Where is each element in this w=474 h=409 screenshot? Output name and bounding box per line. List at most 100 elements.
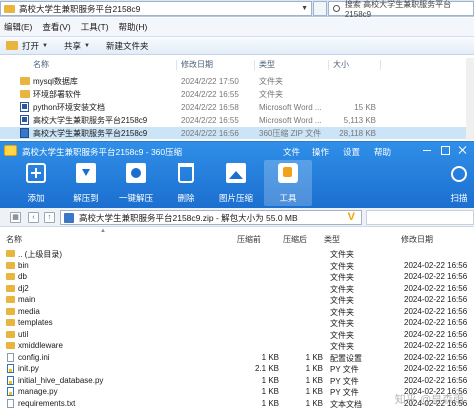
table-row[interactable]: dj2 文件夹 2024-02-22 16:56 (0, 283, 474, 295)
zip-menu-settings[interactable]: 设置 (343, 146, 360, 158)
word-doc-icon (20, 115, 29, 125)
entry-date: 2024-02-22 16:56 (404, 341, 468, 350)
zip-column-name[interactable]: 名称 (6, 234, 22, 245)
folder-icon (6, 273, 15, 280)
entry-size: 1 KB (261, 352, 279, 362)
file-name: 环境部署软件 (33, 89, 81, 99)
image-icon (226, 163, 246, 183)
zip-column-date[interactable]: 修改日期 (401, 234, 433, 245)
toolbox-icon (278, 163, 298, 183)
table-row[interactable]: util 文件夹 2024-02-22 16:56 (0, 329, 474, 341)
one-click-extract-icon (126, 163, 146, 183)
list-item-selected[interactable]: 高校大学生兼职服务平台2158c9 2024/2/22 16:56 360压缩 … (0, 127, 474, 139)
python-file-icon (7, 387, 14, 396)
entry-name: init.py (18, 364, 39, 373)
table-row[interactable]: init.py 2.1 KB 1 KB PY 文件 2024-02-22 16:56 (0, 363, 474, 375)
entry-name: xmiddleware (18, 341, 63, 350)
scan-button[interactable]: 扫描 (444, 160, 474, 206)
close-icon[interactable] (456, 145, 470, 155)
table-row[interactable]: media 文件夹 2024-02-22 16:56 (0, 306, 474, 318)
folder-icon (20, 77, 30, 85)
zip-column-original[interactable]: 压缩前 (237, 234, 261, 245)
menu-help[interactable]: 帮助(H) (119, 21, 148, 33)
open-icon (6, 41, 18, 50)
zip-menu-ops[interactable]: 操作 (312, 146, 329, 158)
menu-view[interactable]: 查看(V) (42, 21, 70, 33)
file-type: 文件夹 (259, 89, 283, 99)
column-size[interactable]: 大小 (333, 59, 349, 70)
column-type[interactable]: 类型 (259, 59, 275, 70)
zip-menu-file[interactable]: 文件 (283, 146, 300, 158)
entry-type: PY 文件 (330, 388, 359, 397)
explorer-search-input[interactable]: 搜索 高校大学生兼职服务平台2158c9 (328, 0, 474, 19)
table-row[interactable]: db 文件夹 2024-02-22 16:56 (0, 271, 474, 283)
entry-type: 文件夹 (330, 342, 354, 351)
folder-icon (6, 330, 15, 338)
view-toggle-button[interactable]: ▦ (10, 212, 21, 223)
menu-tools[interactable]: 工具(T) (81, 21, 109, 33)
tools-label: 工具 (279, 193, 297, 203)
table-row[interactable]: config.ini 1 KB 1 KB 配置设置 2024-02-22 16:56 (0, 352, 474, 364)
explorer-scrollbar[interactable] (466, 58, 474, 140)
new-folder-button[interactable]: 新建文件夹 (106, 40, 149, 52)
explorer-address-bar-area: 高校大学生兼职服务平台2158c9 ▼ 搜索 高校大学生兼职服务平台2158c9 (0, 0, 474, 19)
table-row[interactable]: templates 文件夹 2024-02-22 16:56 (0, 317, 474, 329)
list-item[interactable]: python环境安装文档 2024/2/22 16:58 Microsoft W… (0, 101, 474, 113)
zip-menu-help[interactable]: 帮助 (374, 146, 391, 158)
zip-search-input[interactable] (366, 210, 474, 225)
list-item[interactable]: mysql数据库 2024/2/22 17:50 文件夹 (0, 75, 474, 87)
window-controls (416, 145, 470, 155)
checkmark-icon: V (347, 211, 355, 223)
delete-button[interactable]: 删除 (162, 160, 210, 206)
folder-icon (4, 4, 15, 13)
table-row[interactable]: xmiddleware 文件夹 2024-02-22 16:56 (0, 340, 474, 352)
zip-column-type[interactable]: 类型 (324, 234, 340, 245)
maximize-icon[interactable] (438, 145, 452, 155)
folder-icon (6, 307, 15, 315)
column-date[interactable]: 修改日期 (181, 59, 213, 70)
folder-icon (6, 250, 15, 257)
entry-name: bin (18, 260, 29, 270)
file-type: Microsoft Word ... (259, 102, 322, 112)
menu-edit[interactable]: 编辑(E) (4, 21, 32, 33)
one-click-extract-button[interactable]: 一键解压 (112, 160, 160, 206)
tools-button[interactable]: 工具 (264, 160, 312, 206)
file-icon (7, 352, 14, 362)
image-compress-button[interactable]: 图片压缩 (212, 160, 260, 206)
entry-compressed: 1 KB (305, 375, 323, 385)
entry-size: 1 KB (261, 375, 279, 385)
chevron-down-icon: ▼ (42, 42, 48, 49)
entry-type: 文本文档 (330, 399, 362, 409)
entry-name: .. (上级目录) (18, 250, 62, 259)
list-item[interactable]: 环境部署软件 2024/2/22 16:55 文件夹 (0, 88, 474, 100)
file-date: 2024/2/22 16:55 (181, 89, 239, 99)
refresh-button[interactable] (313, 1, 327, 16)
file-date: 2024/2/22 16:58 (181, 102, 239, 112)
table-row[interactable]: .. (上级目录) 文件夹 (0, 248, 474, 260)
zip-address-box[interactable]: 高校大学生兼职服务平台2158c9.zip - 解包大小为 55.0 MB V (60, 210, 362, 225)
table-row[interactable]: initial_hive_database.py 1 KB 1 KB PY 文件 202… (0, 375, 474, 387)
up-level-button[interactable]: ↑ (44, 212, 55, 223)
extract-to-button[interactable]: 解压到 (62, 160, 110, 206)
minimize-icon[interactable] (420, 145, 434, 155)
add-button[interactable]: 添加 (12, 160, 60, 206)
open-button[interactable]: 打开 ▼ (6, 40, 48, 52)
entry-name: manage.py (18, 387, 58, 396)
shield-icon (451, 166, 467, 182)
explorer-path-box[interactable]: 高校大学生兼职服务平台2158c9 ▼ (0, 1, 312, 16)
entry-name: main (18, 295, 36, 304)
share-button[interactable]: 共享 ▼ (64, 40, 90, 52)
table-row[interactable]: bin 文件夹 2024-02-22 16:56 (0, 260, 474, 272)
extract-icon (76, 163, 96, 183)
explorer-path-text: 高校大学生兼职服务平台2158c9 (19, 3, 141, 14)
zip-column-compressed[interactable]: 压缩后 (283, 234, 307, 245)
list-item[interactable]: 高校大学生兼职服务平台2158c9 2024/2/22 16:55 Micros… (0, 114, 474, 126)
table-row[interactable]: main 文件夹 2024-02-22 16:56 (0, 294, 474, 306)
chevron-down-icon[interactable]: ▼ (301, 5, 308, 12)
explorer-window: 高校大学生兼职服务平台2158c9 ▼ 搜索 高校大学生兼职服务平台2158c9… (0, 0, 474, 140)
file-size: 15 KB (354, 102, 376, 112)
back-button[interactable]: ‹ (28, 212, 39, 223)
image-compress-label: 图片压缩 (218, 193, 253, 203)
file-size: 28,118 KB (339, 128, 376, 138)
column-name[interactable]: 名称 (33, 59, 49, 70)
